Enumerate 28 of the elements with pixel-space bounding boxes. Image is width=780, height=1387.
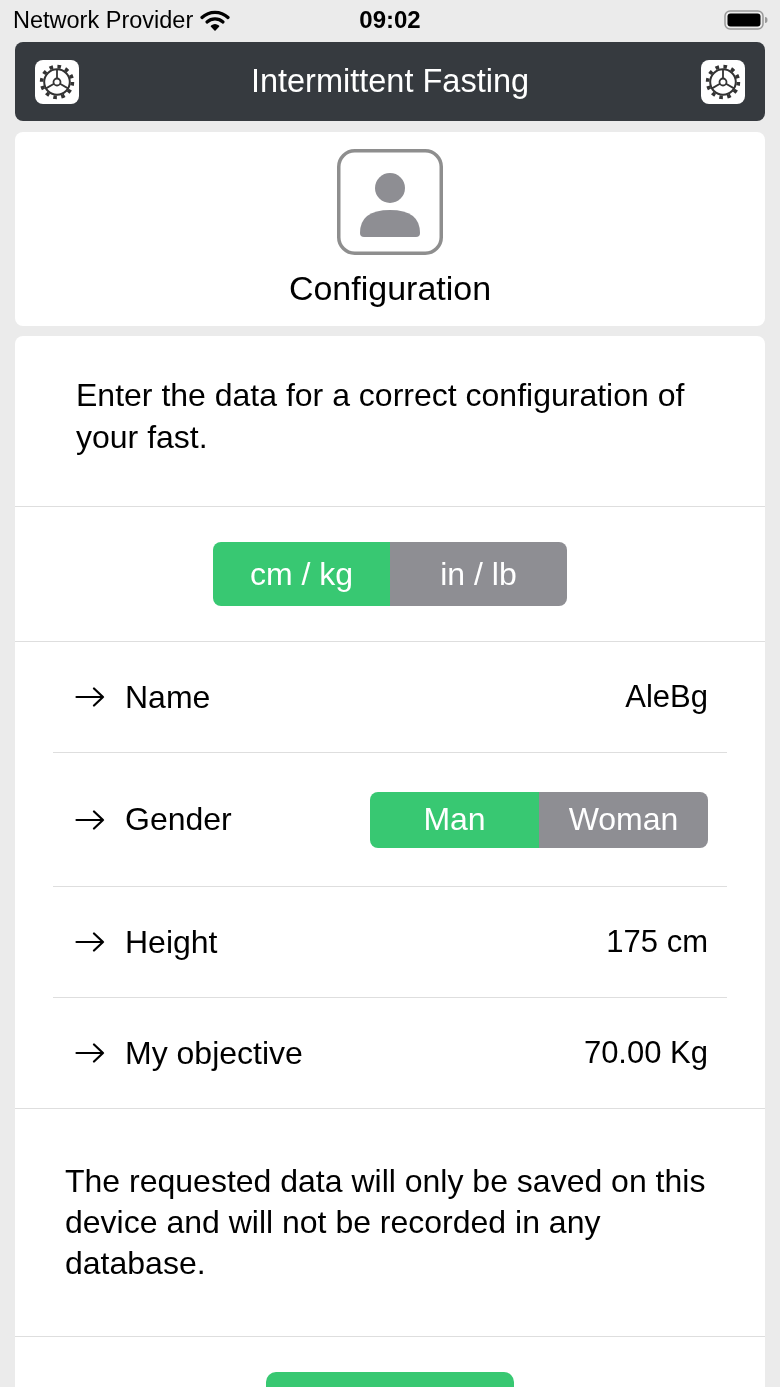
settings-button[interactable] — [35, 59, 79, 104]
intro-text: Enter the data for a correct configuration of your fast. — [76, 376, 686, 457]
gender-option[interactable]: Man — [370, 791, 539, 848]
profile-title: Configuration — [288, 268, 492, 308]
wifi-icon — [200, 9, 231, 31]
privacy-note: The requested data will only be saved on this device and will not be recorded in any database. — [65, 1162, 707, 1283]
profile-icon — [337, 149, 443, 255]
unit-option[interactable]: in / lb — [390, 542, 567, 606]
gear-icon — [705, 63, 741, 100]
app-title: Intermittent Fasting — [250, 63, 530, 100]
arrow-icon — [75, 809, 105, 830]
status-time: 09:02 — [359, 6, 421, 34]
gear-icon — [39, 63, 75, 100]
arrow-icon — [75, 687, 105, 707]
field-label: Name — [125, 678, 211, 716]
settings-button[interactable] — [701, 59, 745, 104]
arrow-icon — [75, 1043, 105, 1063]
field-label: Height — [125, 923, 218, 961]
arrow-icon — [75, 932, 105, 952]
unit-option[interactable]: cm / kg — [213, 542, 390, 606]
battery-icon — [724, 10, 768, 30]
field-value[interactable]: 175 cm — [606, 924, 708, 960]
field-label: My objective — [125, 1034, 303, 1072]
field-value[interactable]: 70.00 Kg — [583, 1035, 708, 1071]
field-label: Gender — [125, 801, 232, 838]
gender-option[interactable]: Woman — [539, 791, 708, 848]
field-value[interactable]: AleBg — [625, 679, 708, 715]
carrier-name: Network Provider — [13, 6, 194, 34]
